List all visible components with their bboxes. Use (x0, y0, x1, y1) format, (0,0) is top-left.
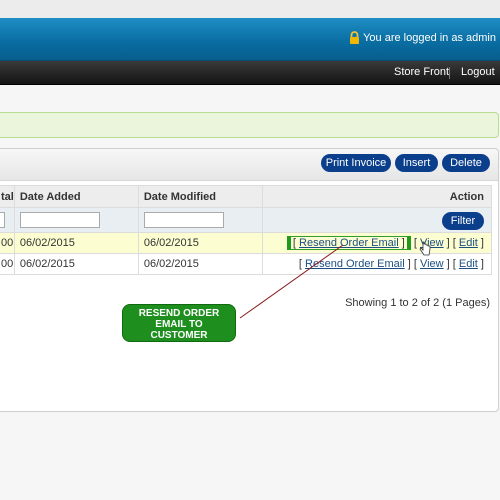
callout-line-3: CUSTOMER (150, 330, 208, 341)
callout-pointer-line (239, 244, 344, 319)
resend-callout: RESEND ORDER EMAIL TO CUSTOMER (122, 304, 236, 342)
callout-line-1: RESEND ORDER (138, 308, 220, 319)
callout-line-2: EMAIL TO (155, 319, 203, 330)
